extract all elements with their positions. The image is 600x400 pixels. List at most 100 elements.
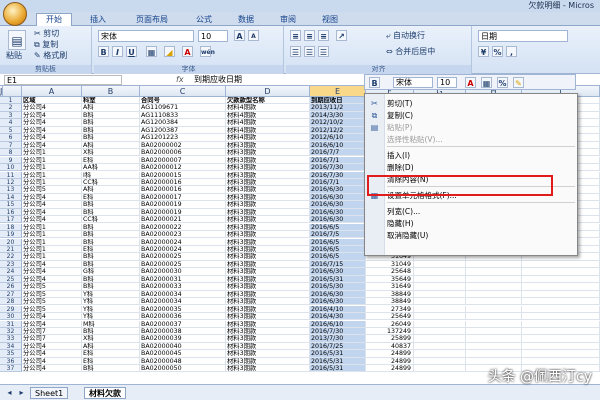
table-cell[interactable] <box>522 275 600 284</box>
table-cell[interactable]: BA02000030 <box>140 268 226 276</box>
table-cell[interactable]: 38849 <box>366 298 414 306</box>
table-cell[interactable]: 2012/12/2 <box>310 126 366 135</box>
context-menu-item-5[interactable]: 删除(D) <box>387 162 414 173</box>
tab-page-layout[interactable]: 页面布局 <box>124 14 180 26</box>
font-color-icon[interactable]: A <box>182 46 193 57</box>
table-cell[interactable]: X科 <box>82 335 140 343</box>
row-header[interactable]: 21 <box>0 246 22 254</box>
table-cell[interactable]: B科 <box>82 238 140 246</box>
table-cell[interactable] <box>522 260 600 269</box>
table-cell[interactable] <box>414 342 466 351</box>
table-cell[interactable]: 材料3期款 <box>226 141 310 149</box>
table-cell[interactable]: 2016/4/30 <box>310 313 366 321</box>
wrap-text-button[interactable]: ⤶ 自动换行 <box>386 30 425 41</box>
table-cell[interactable]: 25648 <box>366 268 414 276</box>
table-cell[interactable]: 2016/7/1 <box>310 178 366 187</box>
table-cell[interactable] <box>466 283 522 291</box>
row-header[interactable]: 34 <box>0 342 22 351</box>
table-cell[interactable]: 分公司4 <box>22 216 82 224</box>
table-cell[interactable]: E科 <box>82 193 140 202</box>
table-cell[interactable] <box>466 290 522 298</box>
table-cell[interactable]: 材料3期款 <box>226 208 310 217</box>
table-cell[interactable] <box>414 298 466 306</box>
table-cell[interactable] <box>414 305 466 313</box>
office-button-icon[interactable] <box>3 2 27 26</box>
context-menu-item-8[interactable]: 列宽(C)... <box>387 206 420 217</box>
table-cell[interactable]: 材料3期款 <box>226 335 310 343</box>
table-cell[interactable]: 2016/5/31 <box>310 365 366 373</box>
table-cell[interactable]: 2014/3/30 <box>310 111 366 120</box>
table-cell[interactable]: M科 <box>82 320 140 328</box>
table-cell[interactable]: 2016/7/25 <box>310 342 366 351</box>
table-cell[interactable]: 材料3期款 <box>226 246 310 254</box>
table-cell[interactable]: 分公司4 <box>22 350 82 358</box>
table-cell[interactable]: AG1109671 <box>140 104 226 112</box>
table-cell[interactable] <box>522 320 600 328</box>
sheet-tab-sheet1[interactable]: Sheet1 <box>30 387 69 399</box>
table-cell[interactable]: 2016/6/10 <box>310 320 366 328</box>
table-cell[interactable] <box>466 357 522 366</box>
row-header[interactable]: 9 <box>0 156 22 164</box>
table-cell[interactable]: BA02000037 <box>140 320 226 328</box>
table-cell[interactable] <box>414 275 466 284</box>
table-cell[interactable]: 分公司1 <box>22 231 82 239</box>
table-cell[interactable]: CC科 <box>82 178 140 187</box>
table-cell[interactable]: B科 <box>82 201 140 209</box>
table-cell[interactable]: 材料3期款 <box>226 298 310 306</box>
table-cell[interactable]: A科 <box>82 141 140 149</box>
table-cell[interactable] <box>414 283 466 291</box>
table-cell[interactable]: 分公司4 <box>22 111 82 120</box>
column-header-j[interactable]: J <box>0 86 4 97</box>
table-cell[interactable]: 分公司7 <box>22 335 82 343</box>
table-cell[interactable] <box>466 268 522 276</box>
table-cell[interactable]: 分公司4 <box>22 268 82 276</box>
table-cell[interactable] <box>522 350 600 358</box>
table-cell[interactable]: 分公司1 <box>22 156 82 164</box>
table-cell[interactable] <box>414 350 466 358</box>
table-cell[interactable]: 材料3期款 <box>226 327 310 336</box>
table-cell[interactable]: 2016/6/30 <box>310 193 366 202</box>
table-cell[interactable] <box>414 320 466 328</box>
table-cell[interactable]: E科 <box>82 156 140 164</box>
paste-button[interactable]: 粘贴 <box>6 50 22 61</box>
table-cell[interactable] <box>414 357 466 366</box>
table-cell[interactable] <box>466 320 522 328</box>
table-cell[interactable]: 材料3期款 <box>226 268 310 276</box>
border-icon[interactable]: ▦ <box>146 46 157 57</box>
align-bottom-icon[interactable]: ≡ <box>318 30 329 41</box>
comma-icon[interactable]: , <box>506 46 517 57</box>
table-cell[interactable]: 2016/6/30 <box>310 216 366 224</box>
table-cell[interactable]: 材料3期款 <box>226 193 310 202</box>
table-cell[interactable]: 2016/6/5 <box>310 238 366 246</box>
table-cell[interactable]: 38849 <box>366 290 414 298</box>
table-cell[interactable]: 24899 <box>366 357 414 366</box>
table-cell[interactable]: B科 <box>82 253 140 261</box>
table-cell[interactable]: BA02000025 <box>140 253 226 261</box>
table-cell[interactable] <box>522 298 600 306</box>
row-header[interactable]: 16 <box>0 208 22 217</box>
table-cell[interactable]: BA02000019 <box>140 208 226 217</box>
table-cell[interactable]: AG1200387 <box>140 126 226 135</box>
align-center-icon[interactable]: ☰ <box>304 46 315 57</box>
table-cell[interactable]: 材料3期款 <box>226 186 310 194</box>
row-header[interactable]: 5 <box>0 126 22 135</box>
table-cell[interactable]: BA02000048 <box>140 357 226 366</box>
align-left-icon[interactable]: ☰ <box>290 46 301 57</box>
table-cell[interactable] <box>466 275 522 284</box>
row-header[interactable]: 18 <box>0 223 22 231</box>
table-cell[interactable]: 分公司1 <box>22 246 82 254</box>
table-cell[interactable] <box>522 313 600 321</box>
table-cell[interactable] <box>414 365 466 373</box>
table-cell[interactable] <box>522 283 600 291</box>
table-cell[interactable]: 2016/7/15 <box>310 260 366 269</box>
table-cell[interactable] <box>522 342 600 351</box>
table-cell[interactable]: 2016/5/31 <box>310 357 366 366</box>
paste-icon[interactable]: ▤ <box>8 30 26 50</box>
mini-border-icon[interactable]: ▦ <box>481 77 492 88</box>
table-cell[interactable]: BA02000007 <box>140 156 226 164</box>
table-cell[interactable]: 材料3期款 <box>226 253 310 261</box>
context-menu-item-1[interactable]: 复制(C) <box>387 110 413 121</box>
table-cell[interactable] <box>466 313 522 321</box>
tab-view[interactable]: 视图 <box>312 14 348 26</box>
table-cell[interactable]: AG1110833 <box>140 111 226 120</box>
